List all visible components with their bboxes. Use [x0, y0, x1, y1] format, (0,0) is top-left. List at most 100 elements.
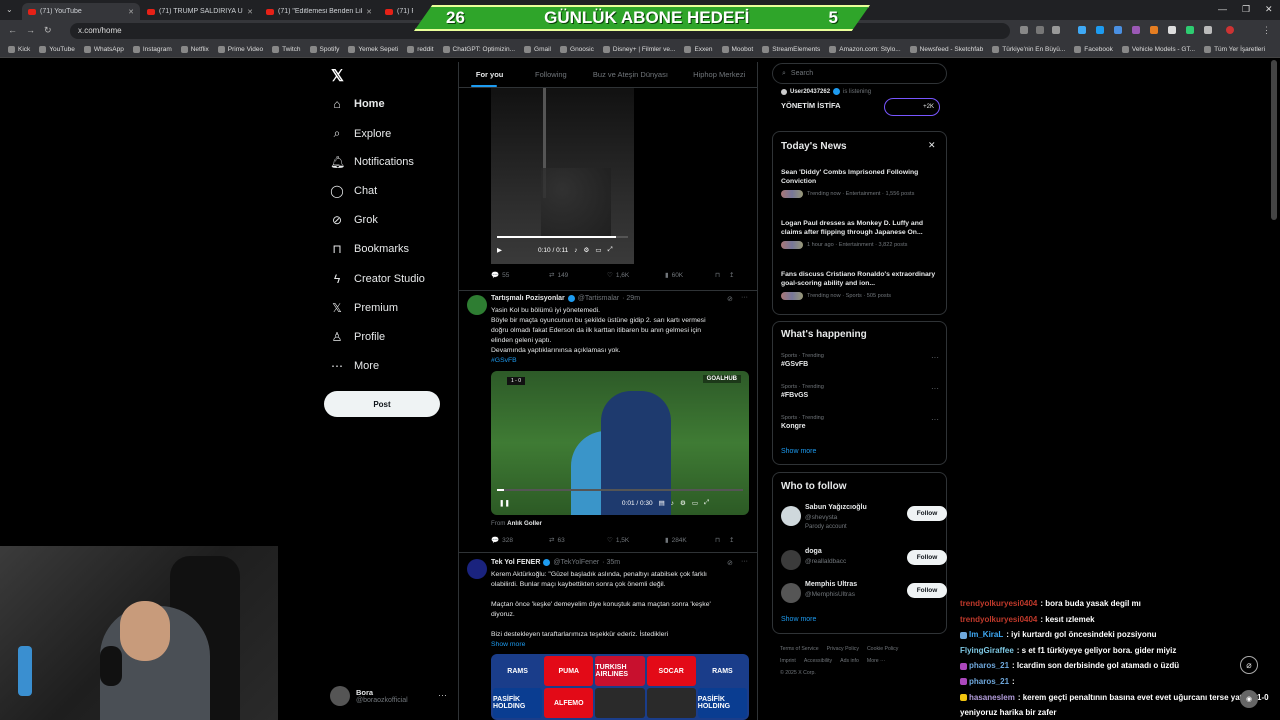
- bookmark-item[interactable]: Yemek Sepeti: [348, 46, 398, 53]
- bookmark-icon[interactable]: ⊓: [715, 536, 729, 544]
- extension-icon[interactable]: [1150, 26, 1158, 34]
- bookmark-item[interactable]: Facebook: [1074, 46, 1113, 53]
- footer-link[interactable]: Cookie Policy: [867, 646, 898, 652]
- bookmark-item[interactable]: Amazon.com: Stylo...: [829, 46, 901, 53]
- bookmark-item[interactable]: Twitch: [272, 46, 301, 53]
- tab-following[interactable]: Following: [520, 62, 581, 87]
- nav-profile[interactable]: ♙ Profile: [330, 330, 386, 344]
- menu-icon[interactable]: ⋮: [1262, 25, 1271, 36]
- star-icon[interactable]: [1052, 26, 1060, 34]
- tweet-time[interactable]: · 35m: [602, 559, 620, 566]
- bookmark-item[interactable]: Exxen: [684, 46, 713, 53]
- forward-icon[interactable]: →: [26, 25, 35, 35]
- fullscreen-icon[interactable]: ⤢: [704, 499, 709, 507]
- fullscreen-icon[interactable]: ⤢: [607, 246, 612, 254]
- bookmark-item[interactable]: Disney+ | Filmler ve...: [602, 46, 675, 53]
- settings-icon[interactable]: ⚙: [584, 246, 590, 254]
- extension-icon[interactable]: [1132, 26, 1140, 34]
- maximize-icon[interactable]: ❐: [1242, 4, 1250, 15]
- chat-username[interactable]: hasaneslem: [969, 693, 1015, 702]
- settings-icon[interactable]: ⚙: [680, 499, 686, 507]
- like-button[interactable]: ♡ 1,6K: [607, 271, 665, 280]
- bookmark-item[interactable]: Newsfeed - Sketchfab: [909, 46, 983, 53]
- footer-link[interactable]: Accessibility: [804, 658, 832, 664]
- grok-icon[interactable]: ⊘: [727, 295, 733, 303]
- extension-icon[interactable]: [1036, 26, 1044, 34]
- views-button[interactable]: ▮ 284K: [665, 536, 715, 545]
- news-item[interactable]: Fans discuss Cristiano Ronaldo's extraor…: [781, 270, 939, 300]
- pip-icon[interactable]: ▭: [595, 246, 601, 254]
- browser-tab[interactable]: (71) PEGİ SÜ: [379, 3, 419, 20]
- bookmark-item[interactable]: Spotify: [309, 46, 339, 53]
- bookmark-item[interactable]: YouTube: [39, 46, 75, 53]
- video-source-link[interactable]: Anlık Goller: [507, 520, 542, 527]
- nav-explore[interactable]: ⌕ Explore: [330, 126, 392, 141]
- show-more-link[interactable]: Show more: [491, 640, 749, 650]
- more-icon[interactable]: ···: [931, 384, 939, 393]
- scrollbar[interactable]: [1271, 60, 1277, 220]
- tweet-video[interactable]: ▶ 0:10 / 0:11 ♪ ⚙ ▭ ⤢: [491, 88, 634, 264]
- browser-tab[interactable]: (71) TRUMP SALDIRIYA UĞRADI ✕: [141, 3, 259, 20]
- news-item[interactable]: Sean 'Diddy' Combs Imprisoned Following …: [781, 168, 939, 198]
- close-icon[interactable]: ✕: [928, 140, 936, 151]
- author-name[interactable]: Tek Yol FENER: [491, 559, 540, 566]
- author-handle[interactable]: @TekYolFener: [553, 559, 599, 566]
- account-switcher[interactable]: Bora @boraozkofficial: [330, 686, 408, 706]
- tab-search-icon[interactable]: ⌄: [6, 5, 13, 14]
- search-input[interactable]: ⌕ Search: [772, 63, 947, 84]
- share-icon[interactable]: ↥: [729, 271, 734, 279]
- bookmark-item[interactable]: reddit: [407, 46, 434, 53]
- reply-button[interactable]: 💬 55: [491, 271, 549, 280]
- extension-icon[interactable]: [1168, 26, 1176, 34]
- views-button[interactable]: ▮ 60K: [665, 271, 715, 280]
- chat-username[interactable]: trendyolkuryesi0404: [960, 599, 1037, 608]
- captions-icon[interactable]: ▤: [659, 499, 665, 507]
- author-handle[interactable]: @Tartismalar: [578, 295, 619, 302]
- bookmark-icon[interactable]: ⊓: [715, 271, 729, 279]
- extension-icon[interactable]: [1020, 26, 1028, 34]
- nav-creator-studio[interactable]: ϟ Creator Studio: [330, 272, 425, 286]
- bookmark-item[interactable]: Kick: [8, 46, 30, 53]
- video-progress-bar[interactable]: [497, 489, 743, 491]
- tab-buz-ve-atesin-dunyasi[interactable]: Buz ve Ateşin Dünyası: [581, 62, 679, 87]
- reload-icon[interactable]: ↻: [44, 25, 52, 36]
- nav-more[interactable]: ⋯ More: [330, 359, 379, 373]
- nav-grok[interactable]: ⊘ Grok: [330, 213, 378, 227]
- show-more-link[interactable]: Show more: [781, 448, 816, 455]
- volume-icon[interactable]: ♪: [574, 247, 577, 254]
- extension-icon[interactable]: [1078, 26, 1086, 34]
- bookmark-item[interactable]: Gmail: [524, 46, 551, 53]
- tab-for-you[interactable]: For you: [459, 62, 520, 87]
- puzzle-icon[interactable]: [1204, 26, 1212, 34]
- news-item[interactable]: Logan Paul dresses as Monkey D. Luffy an…: [781, 219, 939, 249]
- leaf-icon[interactable]: ⌀: [1240, 656, 1258, 674]
- footer-link[interactable]: Imprint: [780, 658, 796, 664]
- browser-tab[interactable]: (71) "Editlemesi Benden Like A ✕: [260, 3, 378, 20]
- volume-icon[interactable]: ♪: [671, 500, 674, 507]
- more-icon[interactable]: ···: [931, 415, 939, 424]
- close-window-icon[interactable]: ✕: [1265, 4, 1273, 15]
- bookmark-item[interactable]: Gnoosic: [560, 46, 594, 53]
- follow-button[interactable]: Follow: [907, 550, 947, 565]
- bookmark-item[interactable]: Instagram: [132, 46, 172, 53]
- bookmark-item[interactable]: Moobot: [721, 46, 753, 53]
- like-button[interactable]: ♡ 1,5K: [607, 536, 665, 545]
- footer-link[interactable]: Privacy Policy: [827, 646, 859, 652]
- extension-icon[interactable]: [1186, 26, 1194, 34]
- extension-icon[interactable]: [1114, 26, 1122, 34]
- more-icon[interactable]: ···: [741, 294, 748, 301]
- author-name[interactable]: Tartışmalı Pozisyonlar: [491, 295, 565, 302]
- bookmark-item[interactable]: ChatGPT: Optimizin...: [442, 46, 515, 53]
- trend-item[interactable]: Sports · Trending #FBvGS ···: [781, 384, 939, 399]
- repost-button[interactable]: ⇄ 63: [549, 536, 607, 545]
- trend-item[interactable]: Sports · Trending Kongre ···: [781, 415, 939, 430]
- bookmark-item[interactable]: Türkiye'nin En Büyü...: [992, 46, 1065, 53]
- hashtag-link[interactable]: #GSvFB: [491, 356, 749, 366]
- post-button[interactable]: Post: [324, 391, 440, 417]
- chat-username[interactable]: Im_KiraL: [969, 630, 1003, 639]
- nav-chat[interactable]: ◯ Chat: [330, 184, 377, 198]
- minimize-icon[interactable]: —: [1218, 4, 1227, 14]
- pip-icon[interactable]: ▭: [692, 499, 698, 507]
- tweet-time[interactable]: · 29m: [622, 295, 640, 302]
- chat-username[interactable]: FlyingGiraffee: [960, 646, 1014, 655]
